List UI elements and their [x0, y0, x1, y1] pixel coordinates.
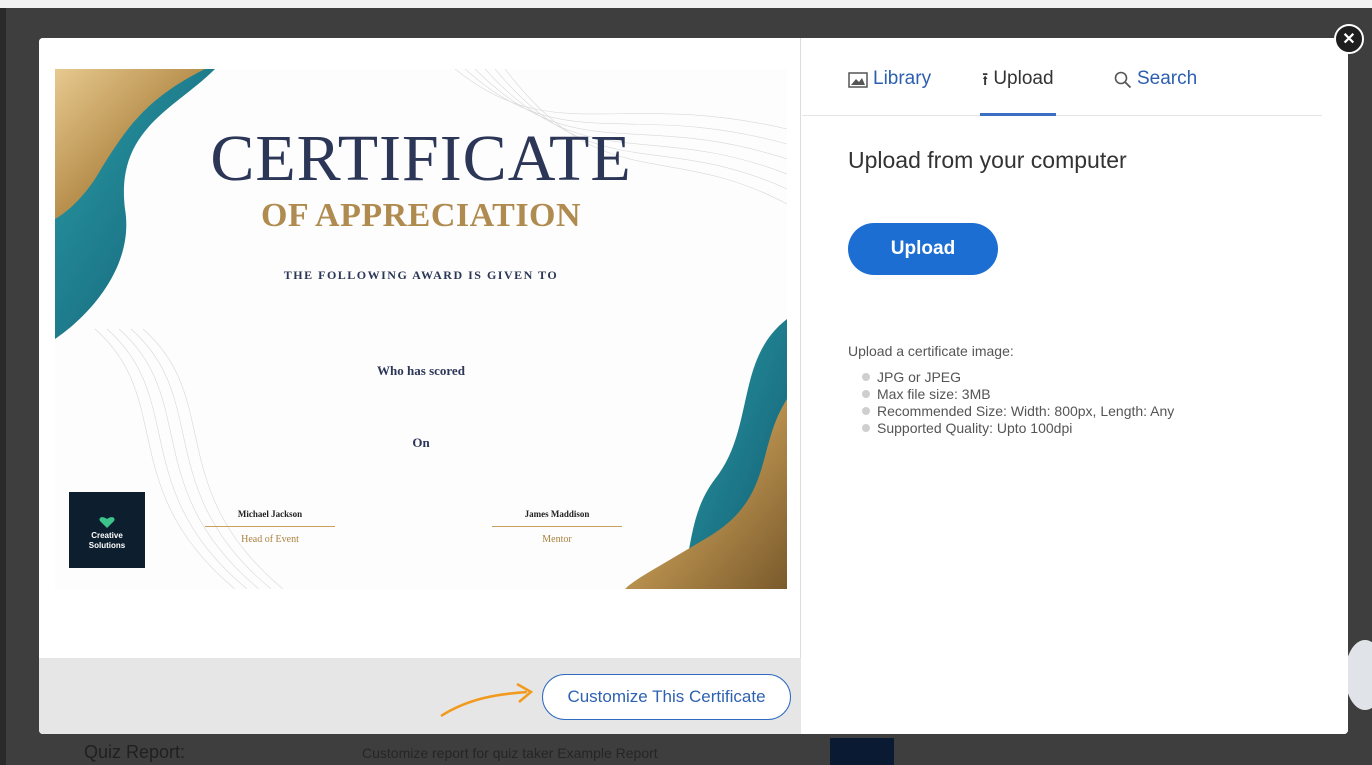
signature-line: [492, 526, 622, 527]
certificate-title: CERTIFICATE: [210, 122, 632, 195]
upload-requirements: JPG or JPEG Max file size: 3MB Recommend…: [862, 369, 1174, 437]
tab-label: Search: [1137, 68, 1198, 89]
background-report-row: Quiz Report: Customize report for quiz t…: [40, 738, 1340, 765]
upload-heading: Upload from your computer: [848, 147, 1127, 173]
pointer-arrow-icon: [440, 682, 534, 718]
heart-icon: [99, 517, 115, 528]
certificate-scored: Who has scored: [377, 363, 465, 378]
list-item: Max file size: 3MB: [862, 386, 1174, 403]
list-item: Recommended Size: Width: 800px, Length: …: [862, 403, 1174, 420]
upload-info-label: Upload a certificate image:: [848, 343, 1014, 359]
customize-certificate-button[interactable]: Customize This Certificate: [542, 674, 791, 720]
tab-label: Library: [873, 68, 932, 89]
search-icon: [1114, 71, 1132, 89]
source-tabs: Library ⭱ Upload Search: [802, 38, 1322, 116]
certificate-modal: CERTIFICATE OF APPRECIATION THE FOLLOWIN…: [39, 38, 1348, 734]
company-logo: Creative Solutions: [69, 492, 145, 568]
close-icon[interactable]: ✕: [1334, 24, 1364, 54]
upload-button[interactable]: Upload: [848, 223, 998, 275]
report-label: Quiz Report:: [84, 742, 186, 762]
list-item: Supported Quality: Upto 100dpi: [862, 420, 1174, 437]
logo-text-line1: Creative: [91, 531, 123, 540]
backdrop-top-strip: [0, 0, 1372, 8]
backdrop-left-strip: [0, 8, 6, 765]
tab-label: Upload: [993, 68, 1054, 89]
tab-library[interactable]: Library: [848, 68, 931, 116]
signer-name: James Maddison: [524, 509, 590, 519]
certificate-preview-pane: CERTIFICATE OF APPRECIATION THE FOLLOWIN…: [39, 38, 801, 734]
tab-search[interactable]: Search: [1114, 68, 1197, 116]
background-button: [830, 738, 894, 765]
certificate-given-to: THE FOLLOWING AWARD IS GIVEN TO: [283, 268, 559, 282]
upload-arrow-icon: ⭱: [982, 69, 989, 89]
logo-text-line2: Solutions: [88, 541, 126, 550]
certificate-subtitle: OF APPRECIATION: [260, 197, 582, 234]
report-text: Customize report for quiz taker Example …: [362, 745, 658, 761]
signer-role: Head of Event: [241, 534, 299, 545]
signature-block-1: Michael Jackson Head of Event: [205, 509, 335, 545]
signer-role: Mentor: [542, 534, 572, 545]
signer-name: Michael Jackson: [237, 509, 303, 519]
signature-block-2: James Maddison Mentor: [492, 509, 622, 545]
signature-line: [205, 526, 335, 527]
tab-upload[interactable]: ⭱ Upload: [980, 68, 1056, 116]
certificate-on: On: [412, 435, 430, 450]
image-icon: [848, 72, 868, 88]
image-source-pane: Library ⭱ Upload Search Upload from your…: [802, 38, 1348, 734]
list-item: JPG or JPEG: [862, 369, 1174, 386]
certificate-preview: CERTIFICATE OF APPRECIATION THE FOLLOWIN…: [55, 69, 787, 589]
